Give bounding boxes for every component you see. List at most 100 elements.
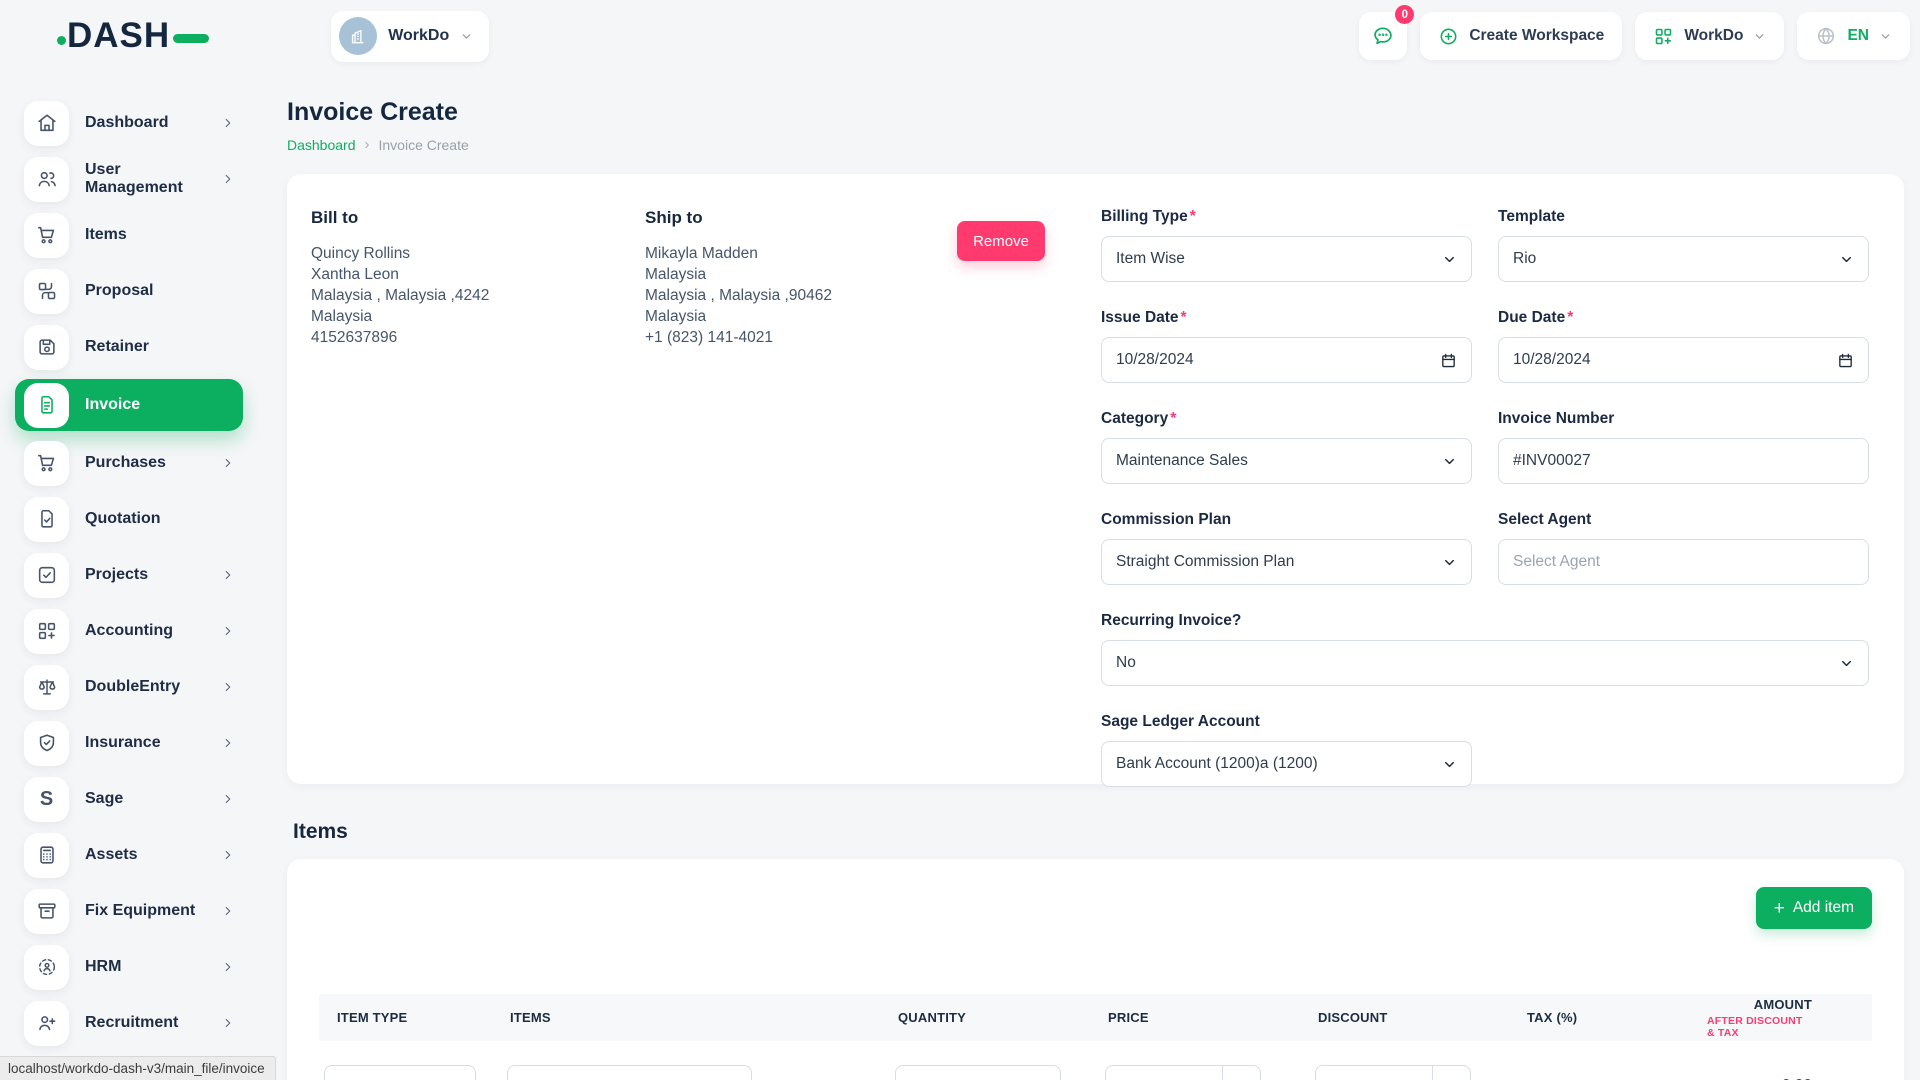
bill-to-phone: 4152637896: [311, 327, 645, 348]
breadcrumb-dashboard-link[interactable]: Dashboard: [287, 137, 356, 153]
bill-to-heading: Bill to: [311, 208, 645, 228]
check-square-icon: [24, 553, 69, 598]
sidebar-item-hrm[interactable]: HRM: [15, 943, 243, 991]
workspace-menu-button[interactable]: WorkDo: [1635, 12, 1784, 60]
messages-button[interactable]: 0: [1359, 12, 1407, 60]
sidebar-item-retainer[interactable]: Retainer: [15, 323, 243, 371]
sidebar-item-user-management[interactable]: User Management: [15, 155, 243, 203]
main-content: Invoice Create Dashboard › Invoice Creat…: [271, 72, 1920, 1080]
language-code: EN: [1847, 27, 1869, 45]
bill-to-name: Quincy Rollins: [311, 243, 645, 264]
sidebar-item-items[interactable]: Items: [15, 211, 243, 259]
due-date-input[interactable]: 10/28/2024: [1498, 337, 1869, 383]
users-icon: [24, 157, 69, 202]
grid-plus-icon: [24, 609, 69, 654]
sage-ledger-select[interactable]: Bank Account (1200)a (1200): [1101, 741, 1472, 787]
items-input[interactable]: [507, 1065, 752, 1080]
sidebar-item-assets[interactable]: Assets: [15, 831, 243, 879]
quantity-input[interactable]: [895, 1065, 1061, 1080]
price-input-group: $: [1105, 1065, 1261, 1080]
chevron-right-icon: [221, 456, 235, 470]
sidebar: Dashboard User Management Items Proposal…: [0, 72, 271, 1080]
col-tax: TAX (%): [1519, 1010, 1699, 1025]
page-title: Invoice Create: [287, 98, 1904, 127]
chevron-down-icon: [1879, 30, 1892, 43]
add-item-button[interactable]: + Add item: [1756, 887, 1872, 929]
breadcrumb: Dashboard › Invoice Create: [287, 136, 1904, 153]
template-label: Template: [1498, 208, 1869, 226]
shield-check-icon: [24, 721, 69, 766]
sidebar-item-invoice[interactable]: Invoice: [15, 379, 243, 431]
category-label: Category*: [1101, 410, 1472, 428]
col-quantity: QUANTITY: [890, 1010, 1100, 1025]
chat-icon: [1371, 24, 1395, 48]
top-header: DASH WorkDo 0 Create Workspace: [0, 0, 1920, 72]
chevron-right-icon: [221, 848, 235, 862]
cart-icon: [24, 441, 69, 486]
recurring-invoice-select[interactable]: No: [1101, 640, 1869, 686]
plus-icon: +: [1774, 899, 1785, 918]
billing-type-label: Billing Type*: [1101, 208, 1472, 226]
chevron-down-icon: [1442, 252, 1457, 267]
billing-type-select[interactable]: Item Wise: [1101, 236, 1472, 282]
remove-button[interactable]: Remove: [957, 221, 1045, 261]
amount-value: 0.00: [1699, 1065, 1872, 1080]
template-select[interactable]: Rio: [1498, 236, 1869, 282]
chevron-down-icon: [1839, 252, 1854, 267]
issue-date-input[interactable]: 10/28/2024: [1101, 337, 1472, 383]
workspace-selector[interactable]: WorkDo: [331, 11, 489, 62]
grid-plus-icon: [1653, 26, 1674, 47]
plus-circle-icon: [1438, 26, 1459, 47]
discount-input[interactable]: [1316, 1066, 1432, 1080]
status-url: localhost/workdo-dash-v3/main_file/invoi…: [8, 1061, 265, 1076]
building-icon: [348, 26, 368, 46]
home-icon: [24, 101, 69, 146]
chevron-right-icon: [221, 960, 235, 974]
category-select[interactable]: Maintenance Sales: [1101, 438, 1472, 484]
chevron-right-icon: [221, 904, 235, 918]
sidebar-item-recruitment[interactable]: Recruitment: [15, 999, 243, 1047]
items-table-header: ITEM TYPE ITEMS QUANTITY PRICE DISCOUNT …: [319, 994, 1872, 1041]
logo-accent-bar: [173, 34, 209, 43]
sage-ledger-label: Sage Ledger Account: [1101, 713, 1472, 731]
price-currency-suffix: $: [1222, 1066, 1260, 1080]
discount-input-group: $: [1315, 1065, 1471, 1080]
due-date-label: Due Date*: [1498, 309, 1869, 327]
workspace-name: WorkDo: [388, 27, 449, 45]
language-selector[interactable]: EN: [1797, 12, 1910, 60]
person-plus-icon: [24, 1001, 69, 1046]
create-workspace-button[interactable]: Create Workspace: [1420, 12, 1622, 60]
sidebar-item-insurance[interactable]: Insurance: [15, 719, 243, 767]
file-check-icon: [24, 497, 69, 542]
sidebar-item-doubleentry[interactable]: DoubleEntry: [15, 663, 243, 711]
workspace-avatar: [339, 17, 377, 55]
sidebar-item-dashboard[interactable]: Dashboard: [15, 99, 243, 147]
sidebar-item-projects[interactable]: Projects: [15, 551, 243, 599]
sidebar-item-proposal[interactable]: Proposal: [15, 267, 243, 315]
item-type-select[interactable]: --: [324, 1065, 476, 1080]
commission-plan-select[interactable]: Straight Commission Plan: [1101, 539, 1472, 585]
item-row: -- $ $ 0: [319, 1065, 1872, 1080]
invoice-number-input[interactable]: [1498, 438, 1869, 484]
sidebar-item-purchases[interactable]: Purchases: [15, 439, 243, 487]
price-input[interactable]: [1106, 1066, 1222, 1080]
col-price: PRICE: [1100, 1010, 1310, 1025]
discount-currency-suffix: $: [1432, 1066, 1470, 1080]
chevron-down-icon: [1753, 30, 1766, 43]
col-items: ITEMS: [502, 1010, 890, 1025]
invoice-icon: [24, 383, 69, 428]
sidebar-item-sage[interactable]: S Sage: [15, 775, 243, 823]
calculator-icon: [24, 833, 69, 878]
sidebar-item-accounting[interactable]: Accounting: [15, 607, 243, 655]
cart-icon: [24, 213, 69, 258]
select-agent-input[interactable]: [1498, 539, 1869, 585]
sidebar-item-fix-equipment[interactable]: Fix Equipment: [15, 887, 243, 935]
status-bar: localhost/workdo-dash-v3/main_file/invoi…: [0, 1056, 276, 1080]
logo-text: DASH: [67, 16, 170, 56]
scales-icon: [24, 665, 69, 710]
sidebar-item-quotation[interactable]: Quotation: [15, 495, 243, 543]
proposal-icon: [24, 269, 69, 314]
commission-plan-label: Commission Plan: [1101, 511, 1472, 529]
chevron-right-icon: [221, 568, 235, 582]
bill-to-block: Bill to Quincy Rollins Xantha Leon Malay…: [311, 208, 645, 784]
